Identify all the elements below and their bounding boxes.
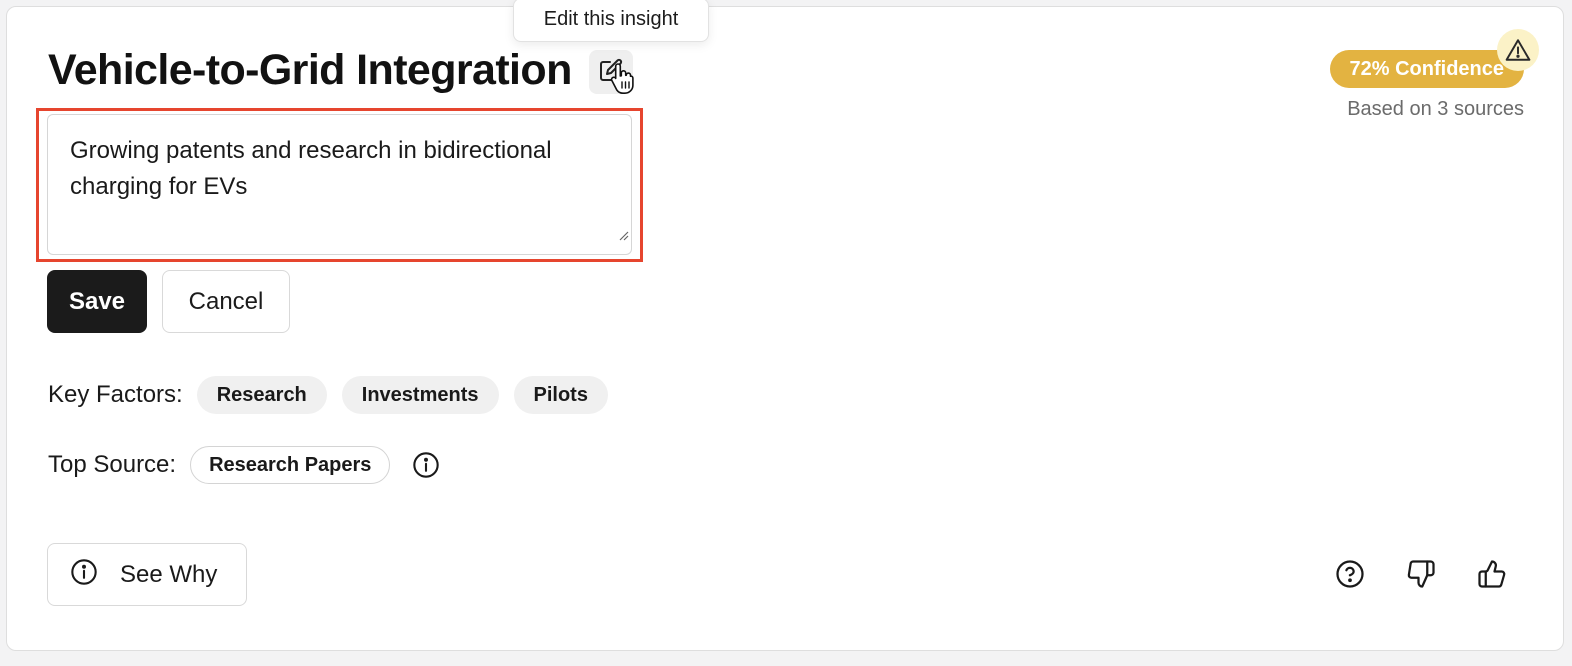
top-source-row: Top Source: Research Papers: [48, 446, 440, 484]
save-button[interactable]: Save: [47, 270, 147, 333]
see-why-button[interactable]: See Why: [47, 543, 247, 606]
see-why-label: See Why: [120, 560, 218, 588]
warning-triangle-icon: [1497, 29, 1539, 71]
insight-title: Vehicle-to-Grid Integration: [48, 46, 572, 94]
cancel-button[interactable]: Cancel: [162, 270, 290, 333]
edit-pencil-icon: [599, 58, 623, 87]
sources-count: Based on 3 sources: [1347, 98, 1524, 120]
key-factors-row: Key Factors: Research Investments Pilots: [48, 376, 623, 414]
thumbs-down-icon[interactable]: [1405, 558, 1437, 590]
description-text: Growing patents and research in bidirect…: [70, 137, 552, 200]
edit-tooltip: Edit this insight: [513, 0, 709, 42]
insight-description-textarea[interactable]: Growing patents and research in bidirect…: [47, 114, 632, 255]
key-factors-label: Key Factors:: [48, 381, 183, 408]
edit-insight-button[interactable]: [589, 50, 633, 94]
top-source-label: Top Source:: [48, 451, 177, 478]
key-factor-chip: Research: [196, 376, 327, 414]
thumbs-up-icon[interactable]: [1476, 558, 1508, 590]
info-icon[interactable]: [412, 451, 440, 479]
confidence-block: 72% Confidence Based on 3 sources: [1329, 50, 1524, 121]
top-source-chip[interactable]: Research Papers: [190, 446, 391, 484]
help-circle-icon[interactable]: [1334, 558, 1366, 590]
key-factor-chip: Pilots: [513, 376, 608, 414]
confidence-badge: 72% Confidence: [1329, 50, 1524, 88]
resize-handle-icon[interactable]: [617, 216, 629, 252]
info-icon: [70, 558, 98, 591]
key-factor-chip: Investments: [341, 376, 499, 414]
